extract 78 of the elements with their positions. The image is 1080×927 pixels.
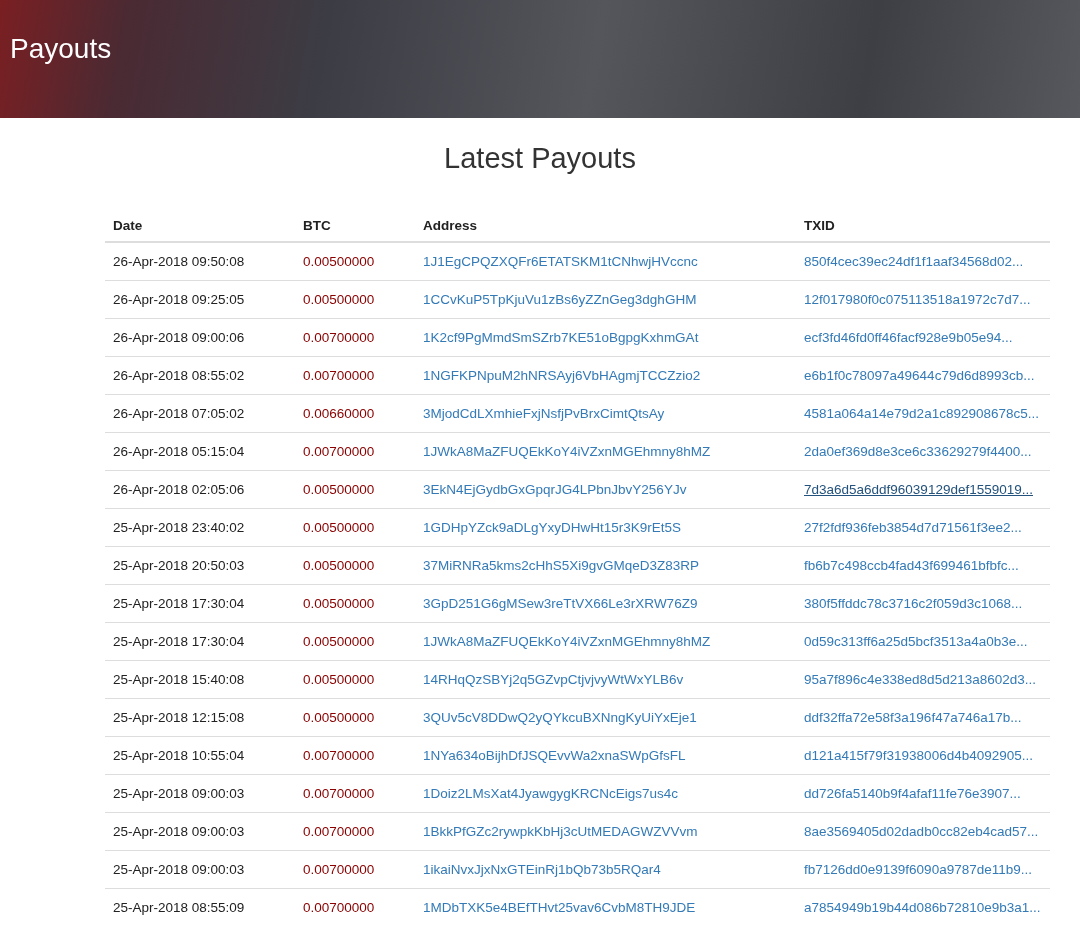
date-cell: 26-Apr-2018 08:55:02 [105, 356, 295, 395]
address-link[interactable]: 1NGFKPNpuM2hNRSAyj6VbHAgmjTCCZzio2 [423, 368, 701, 383]
txid-link[interactable]: 7d3a6d5a6ddf96039129def1559019... [804, 482, 1033, 497]
btc-amount-cell: 0.00700000 [295, 888, 415, 926]
date-cell: 25-Apr-2018 10:55:04 [105, 736, 295, 775]
date-cell: 25-Apr-2018 20:50:03 [105, 546, 295, 585]
txid-link[interactable]: fb7126dd0e9139f6090a9787de11b9... [804, 862, 1032, 877]
txid-link[interactable]: e6b1f0c78097a49644c79d6d8993cb... [804, 368, 1035, 383]
date-cell: 25-Apr-2018 09:00:03 [105, 774, 295, 813]
btc-amount-cell: 0.00700000 [295, 812, 415, 851]
txid-link[interactable]: 4581a064a14e79d2a1c892908678c5... [804, 406, 1039, 421]
address-link[interactable]: 1JWkA8MaZFUQEkKoY4iVZxnMGEhmny8hMZ [423, 634, 711, 649]
address-link[interactable]: 1NYa634oBijhDfJSQEvvWa2xnaSWpGfsFL [423, 748, 686, 763]
txid-link[interactable]: d121a415f79f31938006d4b4092905... [804, 748, 1033, 763]
address-link[interactable]: 1JWkA8MaZFUQEkKoY4iVZxnMGEhmny8hMZ [423, 444, 711, 459]
column-header: BTC [295, 210, 415, 242]
address-link[interactable]: 1J1EgCPQZXQFr6ETATSKM1tCNhwjHVccnc [423, 254, 698, 269]
date-cell: 25-Apr-2018 17:30:04 [105, 622, 295, 661]
txid-link[interactable]: 2da0ef369d8e3ce6c33629279f4400... [804, 444, 1032, 459]
address-link[interactable]: 1CCvKuP5TpKjuVu1zBs6yZZnGeg3dghGHM [423, 292, 697, 307]
page-title: Payouts [10, 33, 112, 65]
btc-amount-cell: 0.00500000 [295, 546, 415, 585]
btc-amount-cell: 0.00700000 [295, 774, 415, 813]
date-cell: 25-Apr-2018 08:55:09 [105, 888, 295, 926]
address-link[interactable]: 3GpD251G6gMSew3reTtVX66Le3rXRW76Z9 [423, 596, 698, 611]
btc-amount-cell: 0.00700000 [295, 432, 415, 471]
btc-amount-cell: 0.00500000 [295, 242, 415, 281]
txid-link[interactable]: dd726fa5140b9f4afaf11fe76e3907... [804, 786, 1021, 801]
address-link[interactable]: 3MjodCdLXmhieFxjNsfjPvBrxCimtQtsAy [423, 406, 665, 421]
address-link[interactable]: 3QUv5cV8DDwQ2yQYkcuBXNngKyUiYxEje1 [423, 710, 697, 725]
date-cell: 25-Apr-2018 09:00:03 [105, 812, 295, 851]
date-cell: 26-Apr-2018 07:05:02 [105, 394, 295, 433]
address-link[interactable]: 3EkN4EjGydbGxGpqrJG4LPbnJbvY256YJv [423, 482, 687, 497]
btc-amount-cell: 0.00700000 [295, 850, 415, 889]
address-link[interactable]: 1K2cf9PgMmdSmSZrb7KE51oBgpgKxhmGAt [423, 330, 699, 345]
btc-amount-cell: 0.00500000 [295, 584, 415, 623]
txid-link[interactable]: 95a7f896c4e338ed8d5d213a8602d3... [804, 672, 1036, 687]
address-link[interactable]: 14RHqQzSBYj2q5GZvpCtjvjvyWtWxYLB6v [423, 672, 684, 687]
column-header: TXID [796, 210, 1050, 242]
address-link[interactable]: 37MiRNRa5kms2cHhS5Xi9gvGMqeD3Z83RP [423, 558, 700, 573]
address-link[interactable]: 1BkkPfGZc2rywpkKbHj3cUtMEDAGWZVVvm [423, 824, 698, 839]
txid-link[interactable]: 8ae3569405d02dadb0cc82eb4cad57... [804, 824, 1039, 839]
btc-amount-cell: 0.00660000 [295, 394, 415, 433]
date-cell: 26-Apr-2018 09:50:08 [105, 242, 295, 281]
date-cell: 26-Apr-2018 09:25:05 [105, 280, 295, 319]
date-cell: 25-Apr-2018 17:30:04 [105, 584, 295, 623]
date-cell: 25-Apr-2018 12:15:08 [105, 698, 295, 737]
txid-link[interactable]: 12f017980f0c075113518a1972c7d7... [804, 292, 1031, 307]
address-link[interactable]: 1Doiz2LMsXat4JyawgygKRCNcEigs7us4c [423, 786, 679, 801]
btc-amount-cell: 0.00500000 [295, 508, 415, 547]
txid-link[interactable]: 380f5ffddc78c3716c2f059d3c1068... [804, 596, 1023, 611]
txid-link[interactable]: fb6b7c498ccb4fad43f699461bfbfc... [804, 558, 1019, 573]
date-cell: 26-Apr-2018 09:00:06 [105, 318, 295, 357]
btc-amount-cell: 0.00500000 [295, 280, 415, 319]
btc-amount-cell: 0.00500000 [295, 470, 415, 509]
column-header: Address [415, 210, 796, 242]
btc-amount-cell: 0.00500000 [295, 660, 415, 699]
date-cell: 25-Apr-2018 09:00:03 [105, 850, 295, 889]
txid-link[interactable]: 0d59c313ff6a25d5bcf3513a4a0b3e... [804, 634, 1028, 649]
btc-amount-cell: 0.00700000 [295, 356, 415, 395]
btc-amount-cell: 0.00500000 [295, 698, 415, 737]
column-header: Date [105, 210, 295, 242]
txid-link[interactable]: a7854949b19b44d086b72810e9b3a1... [804, 900, 1041, 915]
txid-link[interactable]: ecf3fd46fd0ff46facf928e9b05e94... [804, 330, 1013, 345]
btc-amount-cell: 0.00700000 [295, 736, 415, 775]
txid-link[interactable]: 850f4cec39ec24df1f1aaf34568d02... [804, 254, 1024, 269]
date-cell: 25-Apr-2018 23:40:02 [105, 508, 295, 547]
btc-amount-cell: 0.00700000 [295, 318, 415, 357]
section-title: Latest Payouts [443, 142, 637, 176]
txid-link[interactable]: ddf32ffa72e58f3a196f47a746a17b... [804, 710, 1022, 725]
date-cell: 26-Apr-2018 02:05:06 [105, 470, 295, 509]
btc-amount-cell: 0.00500000 [295, 622, 415, 661]
address-link[interactable]: 1MDbTXK5e4BEfTHvt25vav6CvbM8TH9JDE [423, 900, 696, 915]
txid-link[interactable]: 27f2fdf936feb3854d7d71561f3ee2... [804, 520, 1022, 535]
address-link[interactable]: 1GDHpYZck9aDLgYxyDHwHt15r3K9rEt5S [423, 520, 682, 535]
address-link[interactable]: 1ikaiNvxJjxNxGTEinRj1bQb73b5RQar4 [423, 862, 661, 877]
date-cell: 25-Apr-2018 15:40:08 [105, 660, 295, 699]
date-cell: 26-Apr-2018 05:15:04 [105, 432, 295, 471]
